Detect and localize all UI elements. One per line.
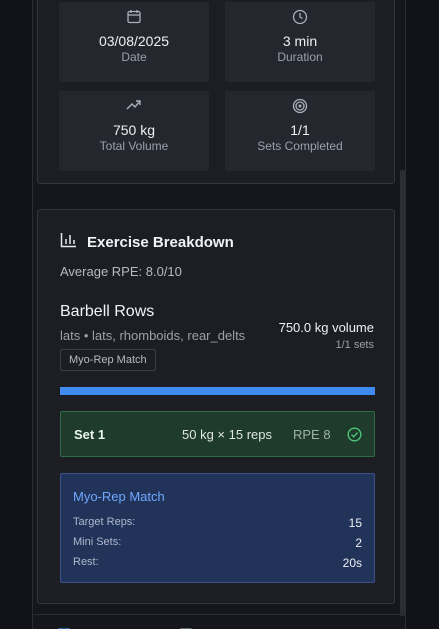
clock-icon: [225, 9, 375, 25]
myo-value: 2: [355, 536, 362, 550]
myo-value: 15: [348, 516, 362, 530]
myo-row-target-reps: Target Reps: 15: [73, 516, 362, 530]
exercise-sets: 1/1 sets: [335, 339, 374, 351]
target-icon[interactable]: [238, 623, 254, 629]
myo-key: Rest:: [73, 556, 99, 568]
myo-value: 20s: [342, 556, 362, 570]
myo-key: Target Reps:: [73, 516, 136, 528]
set-row[interactable]: Set 1 50 kg × 15 reps RPE 8: [60, 411, 375, 457]
exercise-progress-bar: [60, 387, 375, 395]
stat-date: 03/08/2025 Date: [59, 2, 209, 82]
stat-volume: 750 kg Total Volume: [59, 91, 209, 171]
calendar-icon: [59, 9, 209, 25]
myo-key: Mini Sets:: [73, 536, 122, 548]
chevron-up-icon[interactable]: [360, 623, 370, 629]
stat-sets: 1/1 Sets Completed: [225, 91, 375, 171]
duration-value: 3 min: [282, 33, 318, 49]
myo-row-rest: Rest: 20s: [73, 556, 362, 570]
target-icon: [225, 98, 375, 114]
set-rpe: RPE 8: [293, 427, 331, 442]
check-circle-icon: [347, 427, 362, 447]
average-rpe: Average RPE: 8.0/10: [60, 264, 182, 279]
bottom-nav: [33, 614, 405, 629]
gear-icon[interactable]: [120, 623, 134, 629]
dumbbell-icon[interactable]: [58, 623, 70, 629]
breakdown-title: Exercise Breakdown: [87, 234, 234, 251]
set-weight-reps: 50 kg × 15 reps: [182, 427, 272, 442]
exercise-progress-fill: [60, 387, 375, 395]
myo-rep-tag: Myo-Rep Match: [60, 349, 156, 371]
volume-label: Total Volume: [99, 139, 169, 153]
exercise-volume: 750.0 kg volume: [278, 320, 374, 335]
myo-row-mini-sets: Mini Sets: 2: [73, 536, 362, 550]
trending-up-icon: [59, 98, 209, 114]
myo-rep-title: Myo-Rep Match: [73, 489, 165, 504]
workout-detail-screen: 03/08/2025 Date 3 min Duration 750 kg To…: [32, 0, 406, 629]
myo-rep-details: Myo-Rep Match Target Reps: 15 Mini Sets:…: [60, 473, 375, 583]
stat-duration: 3 min Duration: [225, 2, 375, 82]
volume-value: 750 kg: [112, 122, 156, 138]
duration-label: Duration: [277, 50, 323, 64]
date-label: Date: [121, 50, 147, 64]
bar-chart-icon: [60, 232, 77, 253]
document-icon[interactable]: [180, 623, 192, 629]
date-value: 03/08/2025: [98, 33, 170, 49]
summary-card: 03/08/2025 Date 3 min Duration 750 kg To…: [37, 0, 395, 184]
breakdown-header: Exercise Breakdown: [60, 232, 234, 253]
exercise-muscles: lats • lats, rhomboids, rear_delts: [60, 328, 246, 343]
exercise-name: Barbell Rows: [60, 303, 155, 320]
set-label: Set 1: [74, 427, 106, 442]
scrollbar[interactable]: [400, 170, 405, 616]
exercise-breakdown-card: Exercise Breakdown Average RPE: 8.0/10 B…: [37, 209, 395, 604]
sets-value: 1/1: [290, 122, 310, 138]
sets-label: Sets Completed: [257, 139, 343, 153]
